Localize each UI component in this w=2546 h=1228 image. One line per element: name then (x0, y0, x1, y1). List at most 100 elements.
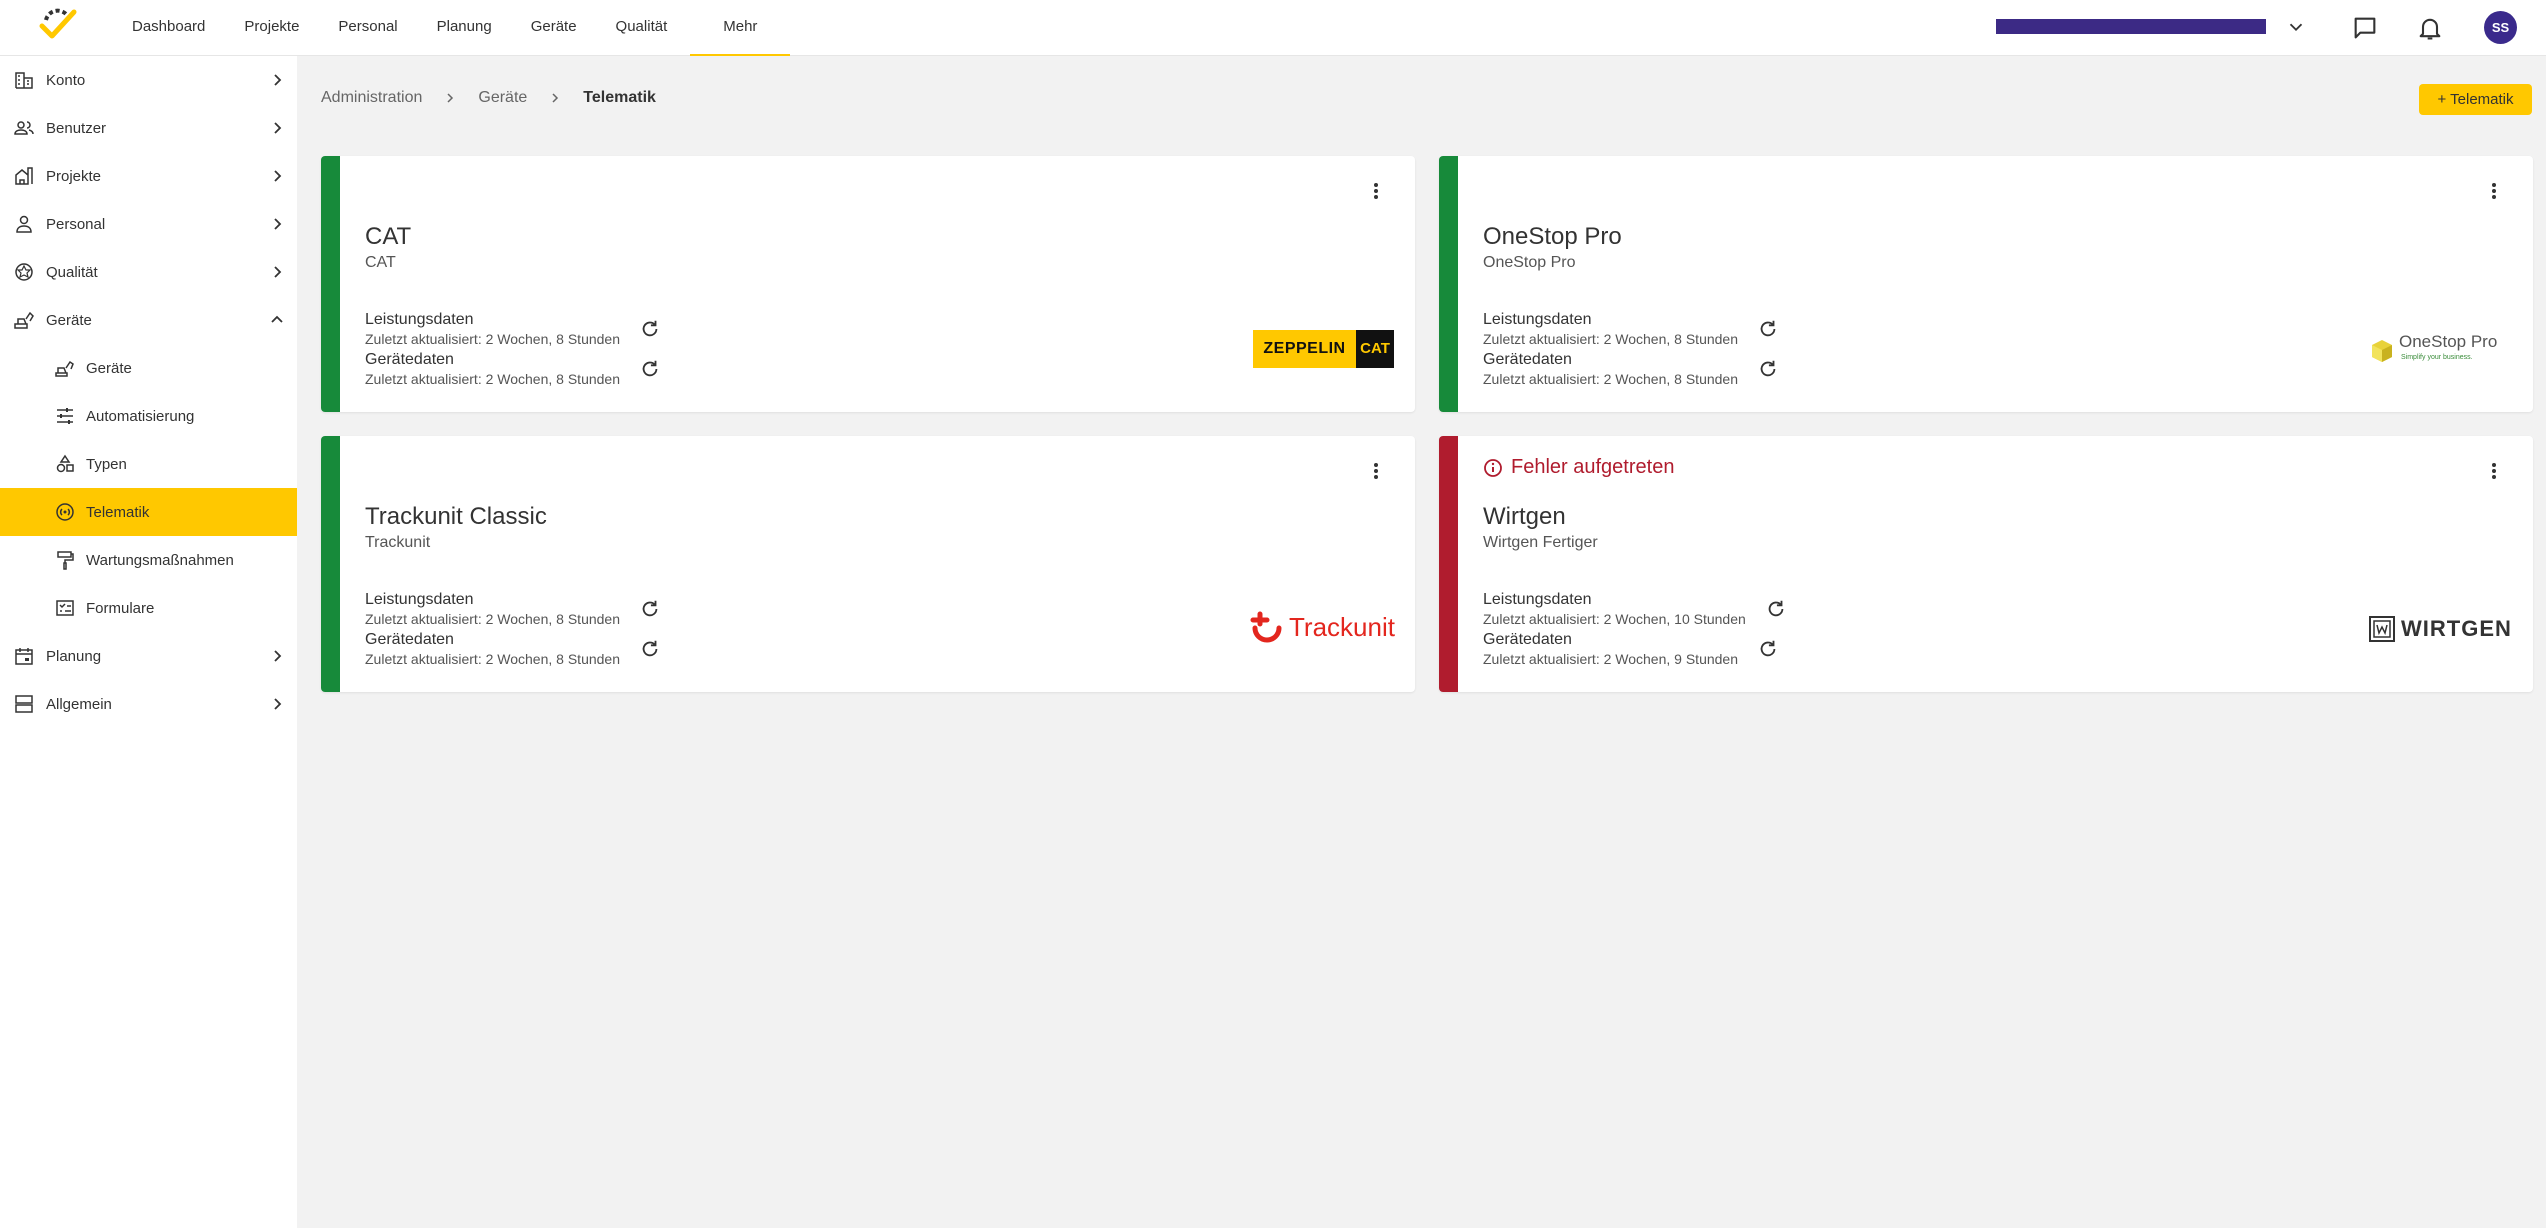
add-telematik-button[interactable]: + Telematik (2419, 84, 2532, 115)
leistungsdaten-row: Leistungsdaten Zuletzt aktualisiert: 2 W… (365, 590, 620, 628)
storage-icon (15, 695, 33, 713)
breadcrumb-geraete[interactable]: Geräte (478, 89, 527, 107)
trackunit-logo: Trackunit (1249, 608, 1399, 648)
trackunit-logo-text: Trackunit (1289, 612, 1395, 642)
sidebar-item-label: Wartungsmaßnahmen (86, 551, 234, 569)
sidebar-subitem-typen[interactable]: Typen (0, 440, 297, 488)
chevron-right-icon (274, 122, 282, 134)
card-title: OneStop Pro (1483, 223, 1622, 250)
sidebar-item-label: Qualität (46, 263, 98, 281)
more-vert-icon[interactable] (2483, 180, 2505, 202)
sidebar-item-konto[interactable]: Konto (0, 56, 297, 104)
onestop-pro-logo: OneStop Pro Simplify your business. (2369, 332, 2519, 366)
sidebar-item-label: Personal (46, 215, 106, 233)
telematics-card-cat: CAT CAT Leistungsdaten Zuletzt aktualisi… (321, 156, 1415, 412)
geraetedaten-updated: Zuletzt aktualisiert: 2 Wochen, 9 Stunde… (1483, 651, 1738, 667)
leistungsdaten-row: Leistungsdaten Zuletzt aktualisiert: 2 W… (1483, 310, 1738, 348)
geraetedaten-row: Gerätedaten Zuletzt aktualisiert: 2 Woch… (365, 350, 620, 388)
chevron-down-icon[interactable] (2285, 16, 2307, 38)
onestop-logo-tagline: Simplify your business. (2401, 354, 2473, 361)
refresh-icon[interactable] (1757, 638, 1779, 660)
refresh-icon[interactable] (639, 598, 661, 620)
leistungsdaten-row: Leistungsdaten Zuletzt aktualisiert: 2 W… (365, 310, 620, 348)
geraetedaten-updated: Zuletzt aktualisiert: 2 Wochen, 8 Stunde… (365, 371, 620, 387)
sidebar: Konto Benutzer Projekte Personal Qualitä… (0, 56, 297, 1228)
sidebar-subitem-telematik[interactable]: Telematik (0, 488, 297, 536)
building-icon (15, 72, 33, 89)
status-stripe (321, 156, 340, 412)
nav-dashboard[interactable]: Dashboard (116, 0, 221, 56)
refresh-icon[interactable] (639, 318, 661, 340)
users-icon (14, 121, 34, 135)
user-avatar[interactable]: SS (2484, 11, 2517, 44)
sidebar-subitem-formulare[interactable]: Formulare (0, 584, 297, 632)
tune-icon (57, 408, 73, 424)
leistungsdaten-label: Leistungsdaten (365, 591, 474, 608)
refresh-icon[interactable] (1757, 358, 1779, 380)
sidebar-item-benutzer[interactable]: Benutzer (0, 104, 297, 152)
sidebar-item-geraete[interactable]: Geräte (0, 296, 297, 344)
zeppelin-cat-logo: ZEPPELIN CAT (1253, 330, 1394, 368)
more-vert-icon[interactable] (1365, 180, 1387, 202)
add-telematik-label: Telematik (2450, 91, 2514, 108)
leistungsdaten-label: Leistungsdaten (1483, 591, 1592, 608)
breadcrumb-telematik: Telematik (583, 89, 656, 106)
nav-projekte[interactable]: Projekte (228, 0, 315, 56)
top-nav: Dashboard Projekte Personal Planung Gerä… (116, 0, 797, 56)
sidebar-item-projekte[interactable]: Projekte (0, 152, 297, 200)
excavator-icon (55, 360, 74, 377)
chat-icon[interactable] (2351, 14, 2379, 42)
wirtgen-mark-icon (2369, 616, 2395, 642)
chevron-right-icon (274, 74, 282, 86)
nav-planung[interactable]: Planung (421, 0, 508, 56)
telematics-card-onestop: OneStop Pro OneStop Pro Leistungsdaten Z… (1439, 156, 2533, 412)
projects-icon (15, 167, 33, 185)
calendar-icon (15, 648, 33, 665)
card-title: CAT (365, 223, 412, 250)
leistungsdaten-updated: Zuletzt aktualisiert: 2 Wochen, 8 Stunde… (365, 331, 620, 347)
refresh-icon[interactable] (1757, 318, 1779, 340)
sidebar-item-allgemein[interactable]: Allgemein (0, 680, 297, 728)
refresh-icon[interactable] (1765, 598, 1787, 620)
bell-icon[interactable] (2416, 14, 2444, 42)
sidebar-subitem-geraete[interactable]: Geräte (0, 344, 297, 392)
wirtgen-logo-text: WIRTGEN (2401, 616, 2512, 641)
onestop-logo-text: OneStop Pro (2399, 332, 2498, 351)
error-indicator: Fehler aufgetreten (1483, 456, 1674, 479)
paint-roller-icon (57, 551, 74, 570)
card-title: Trackunit Classic (365, 503, 547, 530)
shapes-icon (56, 454, 74, 473)
nav-qualitaet[interactable]: Qualität (600, 0, 684, 56)
sidebar-item-label: Planung (46, 647, 102, 665)
breadcrumb: Administration Geräte Telematik (321, 89, 656, 107)
geraetedaten-updated: Zuletzt aktualisiert: 2 Wochen, 8 Stunde… (1483, 371, 1738, 387)
sidebar-item-label: Telematik (86, 503, 150, 521)
refresh-icon[interactable] (639, 358, 661, 380)
sidebar-item-label: Formulare (86, 599, 155, 617)
geraetedaten-row: Gerätedaten Zuletzt aktualisiert: 2 Woch… (1483, 350, 1738, 388)
sidebar-item-qualitaet[interactable]: Qualität (0, 248, 297, 296)
refresh-icon[interactable] (639, 638, 661, 660)
app-logo[interactable] (36, 6, 78, 44)
breadcrumb-administration[interactable]: Administration (321, 89, 422, 107)
organization-selector[interactable] (1996, 19, 2266, 34)
leistungsdaten-label: Leistungsdaten (365, 311, 474, 328)
telematics-icon (56, 503, 74, 521)
chevron-right-icon (274, 698, 282, 710)
sidebar-item-label: Geräte (86, 359, 132, 377)
leistungsdaten-updated: Zuletzt aktualisiert: 2 Wochen, 8 Stunde… (365, 611, 620, 627)
sidebar-item-planung[interactable]: Planung (0, 632, 297, 680)
plus-icon: + (2437, 91, 2447, 108)
more-vert-icon[interactable] (2483, 460, 2505, 482)
status-stripe (321, 436, 340, 692)
cube-icon (2372, 340, 2392, 362)
nav-mehr[interactable]: Mehr (690, 0, 791, 56)
more-vert-icon[interactable] (1365, 460, 1387, 482)
nav-geraete[interactable]: Geräte (515, 0, 593, 56)
sidebar-subitem-automatisierung[interactable]: Automatisierung (0, 392, 297, 440)
sidebar-item-personal[interactable]: Personal (0, 200, 297, 248)
sidebar-item-label: Allgemein (46, 695, 112, 713)
nav-personal[interactable]: Personal (322, 0, 413, 56)
sidebar-subitem-wartungsmassnahmen[interactable]: Wartungsmaßnahmen (0, 536, 297, 584)
chevron-right-icon (552, 93, 559, 103)
